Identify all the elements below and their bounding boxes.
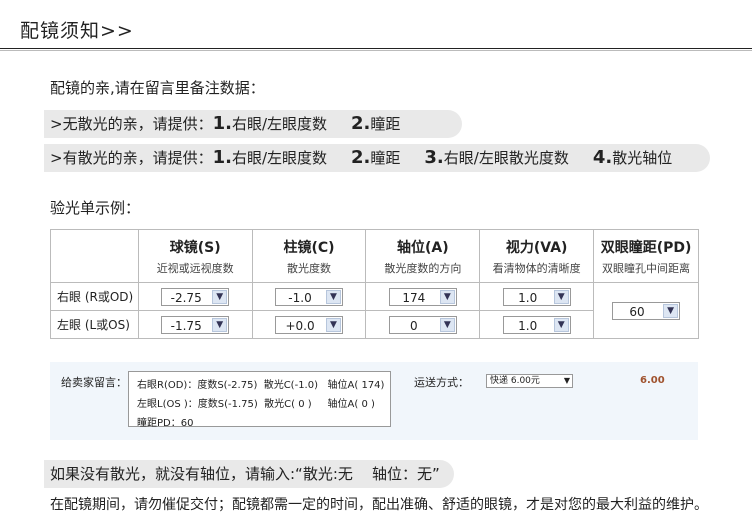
page-title: 配镜须知>> <box>20 20 134 42</box>
header-rule <box>0 48 752 49</box>
astig-item-1: 右眼/左眼度数 <box>231 149 328 167</box>
chevron-down-icon: ▼ <box>439 317 455 332</box>
row-label-left: 左眼 (L或OS) <box>50 310 139 339</box>
no-astig-item-2: 瞳距 <box>370 115 401 133</box>
right-cyl-value: -1.0 <box>288 290 312 305</box>
note-line: 左眼L(OS )：度数S(-1.75) 散光C( 0 ) 轴位A( 0 ) <box>137 399 375 410</box>
no-astigmatism-pill: >无散光的亲，请提供：1.右眼/左眼度数 2.瞳距 <box>44 110 462 138</box>
col-sph-title: 球镜(S) <box>169 239 221 256</box>
table-row-right-eye: 右眼 (R或OD) -2.75 ▼ -1.0 ▼ 174 ▼ 1.0 ▼ 60 ▼ <box>50 282 699 339</box>
col-va-title: 视力(VA) <box>505 239 568 256</box>
footer-notice: 在配镜期间，请勿催促交付；配镜都需一定的时间，配出准确、舒适的眼镜，才是对您的最… <box>50 497 708 513</box>
shipping-price: 6.00 <box>640 375 665 386</box>
chevron-down-icon: ▼ <box>439 289 455 304</box>
chevron-down-icon: ▼ <box>553 289 569 304</box>
astig-item-4: 散光轴位 <box>612 149 673 167</box>
left-sph-value: -1.75 <box>170 318 202 333</box>
astig-num-2: 2. <box>351 147 371 168</box>
col-pd: 双眼瞳距(PD) 双眼瞳孔中间距离 <box>593 229 699 283</box>
corner-cell <box>50 229 139 283</box>
left-axis-select[interactable]: 0 ▼ <box>388 315 457 334</box>
col-va: 视力(VA) 看清物体的清晰度 <box>479 229 595 283</box>
row-label-right: 右眼 (R或OD) <box>50 282 139 311</box>
col-pd-sub: 双眼瞳孔中间距离 <box>602 261 691 275</box>
right-axis-select[interactable]: 174 ▼ <box>388 287 457 306</box>
right-sph-value: -2.75 <box>170 290 202 305</box>
chevron-down-icon: ▼ <box>553 317 569 332</box>
pd-value: 60 <box>629 304 645 319</box>
chevron-down-icon: ▼ <box>212 317 228 332</box>
page-header: 配镜须知>> <box>0 0 752 51</box>
seller-note-label: 给卖家留言： <box>61 376 127 389</box>
right-sph-select[interactable]: -2.75 ▼ <box>161 287 230 306</box>
left-va-select[interactable]: 1.0 ▼ <box>502 315 571 334</box>
left-cyl-select[interactable]: +0.0 ▼ <box>275 315 344 334</box>
astig-item-2: 瞳距 <box>370 149 401 167</box>
astig-num-1: 1. <box>212 147 232 168</box>
col-axis-sub: 散光度数的方向 <box>384 261 462 275</box>
right-va-value: 1.0 <box>518 290 538 305</box>
left-sph-select[interactable]: -1.75 ▼ <box>161 315 230 334</box>
astig-num-3: 3. <box>424 147 444 168</box>
no-astig-num-1: 1. <box>212 113 232 134</box>
note-line: 瞳距PD：60 <box>137 418 194 429</box>
chevron-down-icon: ▼ <box>663 303 679 318</box>
col-cyl: 柱镜(C) 散光度数 <box>251 229 367 283</box>
table-header-row: 球镜(S) 近视或远视度数 柱镜(C) 散光度数 轴位(A) 散光度数的方向 视力(V… <box>50 229 699 283</box>
col-axis: 轴位(A) 散光度数的方向 <box>365 229 481 283</box>
col-cyl-sub: 散光度数 <box>287 261 332 275</box>
header-rule-light <box>0 50 752 51</box>
col-axis-title: 轴位(A) <box>397 239 449 256</box>
example-label: 验光单示例： <box>50 199 141 217</box>
prescription-table: 球镜(S) 近视或远视度数 柱镜(C) 散光度数 轴位(A) 散光度数的方向 视力(V… <box>50 229 699 339</box>
right-cyl-select[interactable]: -1.0 ▼ <box>275 287 344 306</box>
left-va-value: 1.0 <box>518 318 538 333</box>
shipping-select[interactable]: 快递 6.00元 ▼ <box>486 374 573 388</box>
left-cyl-value: +0.0 <box>285 318 315 333</box>
col-pd-title: 双眼瞳距(PD) <box>600 239 692 256</box>
col-sph-sub: 近视或远视度数 <box>156 261 234 275</box>
astig-num-4: 4. <box>592 147 613 168</box>
chevron-down-icon: ▼ <box>212 289 228 304</box>
left-axis-value: 0 <box>410 318 418 333</box>
seller-note-panel: 给卖家留言： 右眼R(OD)：度数S(-2.75) 散光C(-1.0) 轴位A(… <box>50 362 698 440</box>
intro-text: 配镜的亲,请在留言里备注数据： <box>50 79 265 97</box>
no-astig-num-2: 2. <box>351 113 371 134</box>
note-line: 右眼R(OD)：度数S(-2.75) 散光C(-1.0) 轴位A( 174) <box>137 380 385 391</box>
no-astig-prefix: >无散光的亲，请提供： <box>50 115 213 133</box>
chevron-down-icon: ▼ <box>326 317 342 332</box>
chevron-down-icon: ▼ <box>326 289 342 304</box>
chevron-down-icon: ▼ <box>563 376 570 385</box>
shipping-value: 快递 6.00元 <box>490 376 540 386</box>
astig-item-3: 右眼/左眼散光度数 <box>443 149 569 167</box>
astig-prefix: >有散光的亲，请提供： <box>50 149 213 167</box>
col-sph: 球镜(S) 近视或远视度数 <box>137 229 253 283</box>
right-axis-value: 174 <box>402 290 426 305</box>
astigmatism-pill: >有散光的亲，请提供：1.右眼/左眼度数 2.瞳距 3.右眼/左眼散光度数 4.散光轴… <box>44 144 710 172</box>
seller-note-textarea[interactable]: 右眼R(OD)：度数S(-2.75) 散光C(-1.0) 轴位A( 174) 左… <box>128 371 391 429</box>
right-va-select[interactable]: 1.0 ▼ <box>502 287 571 306</box>
shipping-label: 运送方式： <box>414 376 469 389</box>
col-va-sub: 看清物体的清晰度 <box>492 261 581 275</box>
col-cyl-title: 柱镜(C) <box>283 239 335 256</box>
bottom-hint-text: 如果没有散光，就没有轴位，请输入:“散光:无 轴位：无” <box>50 465 440 483</box>
pd-select[interactable]: 60 ▼ <box>612 301 681 320</box>
no-astig-item-1: 右眼/左眼度数 <box>231 115 328 133</box>
no-astigmatism-hint: 如果没有散光，就没有轴位，请输入:“散光:无 轴位：无” <box>44 460 454 488</box>
